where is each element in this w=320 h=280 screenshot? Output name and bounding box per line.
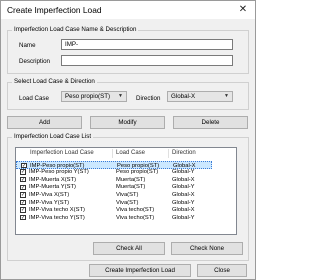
close-icon[interactable]: ✕ <box>237 4 249 16</box>
row-direction: Global-X <box>172 176 195 183</box>
column-header-imperfection[interactable]: Imperfection Load Case <box>30 150 94 156</box>
row-checkbox[interactable]: ✓ <box>20 176 26 183</box>
row-checkbox[interactable]: ✓ <box>21 162 27 169</box>
row-imperfection-name: IMP-Viva techo X(ST) <box>29 207 85 214</box>
check-none-button[interactable]: Check None <box>171 242 243 255</box>
name-description-group: Imperfection Load Case Name & Descriptio… <box>7 26 249 74</box>
close-button[interactable]: Close <box>197 264 247 277</box>
table-row[interactable]: ✓ IMP-Peso propio(ST) Peso propio(ST) Globa… <box>16 161 212 169</box>
name-label: Name <box>19 42 36 49</box>
load-case-list[interactable]: Imperfection Load Case Load Case Directi… <box>15 147 237 235</box>
row-direction: Global-Y <box>172 184 195 191</box>
name-description-legend: Imperfection Load Case Name & Descriptio… <box>12 26 139 33</box>
dialog-window: Create Imperfection Load ✕ Imperfection … <box>0 0 256 280</box>
modify-button[interactable]: Modify <box>90 116 165 129</box>
row-imperfection-name: IMP-Muerta Y(ST) <box>29 184 76 191</box>
row-imperfection-name: IMP-Muerta X(ST) <box>29 176 77 183</box>
table-row[interactable]: ✓ IMP-Viva techo Y(ST) Viva techo(ST) Globa… <box>16 214 212 222</box>
row-checkbox[interactable]: ✓ <box>20 207 26 213</box>
row-load-case: Viva(ST) <box>116 191 139 198</box>
column-divider[interactable] <box>112 149 113 158</box>
row-imperfection-name: IMP-Peso propio Y(ST) <box>29 169 89 176</box>
name-input[interactable]: IMP- <box>61 39 233 50</box>
row-imperfection-name: IMP-Viva techo Y(ST) <box>29 214 85 221</box>
table-row[interactable]: ✓ IMP-Viva techo X(ST) Viva techo(ST) Globa… <box>16 207 212 215</box>
row-imperfection-name: IMP-Viva Y(ST) <box>29 199 70 206</box>
row-direction: Global-X <box>172 207 195 214</box>
direction-label: Direction <box>136 95 161 102</box>
title-bar: Create Imperfection Load ✕ <box>1 1 255 19</box>
table-row[interactable]: ✓ IMP-Viva X(ST) Viva(ST) Global-X <box>16 191 212 199</box>
row-direction: Global-Y <box>172 214 195 221</box>
table-row[interactable]: ✓ IMP-Muerta X(ST) Muerta(ST) Global-X <box>16 176 212 184</box>
load-case-select[interactable]: Peso propio(ST) ▼ <box>61 91 127 102</box>
check-all-button[interactable]: Check All <box>93 242 165 255</box>
add-button[interactable]: Add <box>7 116 82 129</box>
description-label: Description <box>19 58 50 65</box>
load-case-list-legend: Imperfection Load Case List <box>12 133 94 140</box>
window-title: Create Imperfection Load <box>7 5 102 15</box>
column-header-load-case[interactable]: Load Case <box>116 150 145 156</box>
direction-select-value: Global-X <box>171 93 196 100</box>
description-input[interactable] <box>61 55 233 66</box>
column-divider[interactable] <box>168 149 169 158</box>
row-load-case: Viva(ST) <box>116 199 139 206</box>
delete-button[interactable]: Delete <box>173 116 248 129</box>
table-row[interactable]: ✓ IMP-Peso propio Y(ST) Peso propio(ST) Glo… <box>16 169 212 177</box>
table-row[interactable]: ✓ IMP-Muerta Y(ST) Muerta(ST) Global-Y <box>16 184 212 192</box>
row-load-case: Muerta(ST) <box>116 176 146 183</box>
chevron-down-icon: ▼ <box>224 93 229 99</box>
select-load-case-legend: Select Load Case & Direction <box>12 78 97 85</box>
direction-select[interactable]: Global-X ▼ <box>167 91 233 102</box>
load-case-label: Load Case <box>19 95 49 102</box>
row-direction: Global-Y <box>172 169 195 176</box>
row-checkbox[interactable]: ✓ <box>20 199 26 206</box>
create-imperfection-load-button[interactable]: Create Imperfection Load <box>89 264 191 277</box>
row-direction: Global-Y <box>172 199 195 206</box>
row-checkbox[interactable]: ✓ <box>20 184 26 191</box>
row-load-case: Viva techo(ST) <box>116 207 155 214</box>
row-imperfection-name: IMP-Viva X(ST) <box>29 191 70 198</box>
row-load-case: Peso propio(ST) <box>116 169 159 176</box>
row-checkbox[interactable]: ✓ <box>20 169 26 175</box>
row-direction: Global-X <box>172 191 195 198</box>
load-case-select-value: Peso propio(ST) <box>65 93 111 100</box>
chevron-down-icon: ▼ <box>118 93 123 99</box>
row-checkbox[interactable]: ✓ <box>20 214 26 221</box>
row-load-case: Viva techo(ST) <box>116 214 155 221</box>
row-checkbox[interactable]: ✓ <box>20 192 26 198</box>
table-row[interactable]: ✓ IMP-Viva Y(ST) Viva(ST) Global-Y <box>16 199 212 207</box>
row-load-case: Muerta(ST) <box>116 184 146 191</box>
column-header-direction[interactable]: Direction <box>172 150 196 156</box>
